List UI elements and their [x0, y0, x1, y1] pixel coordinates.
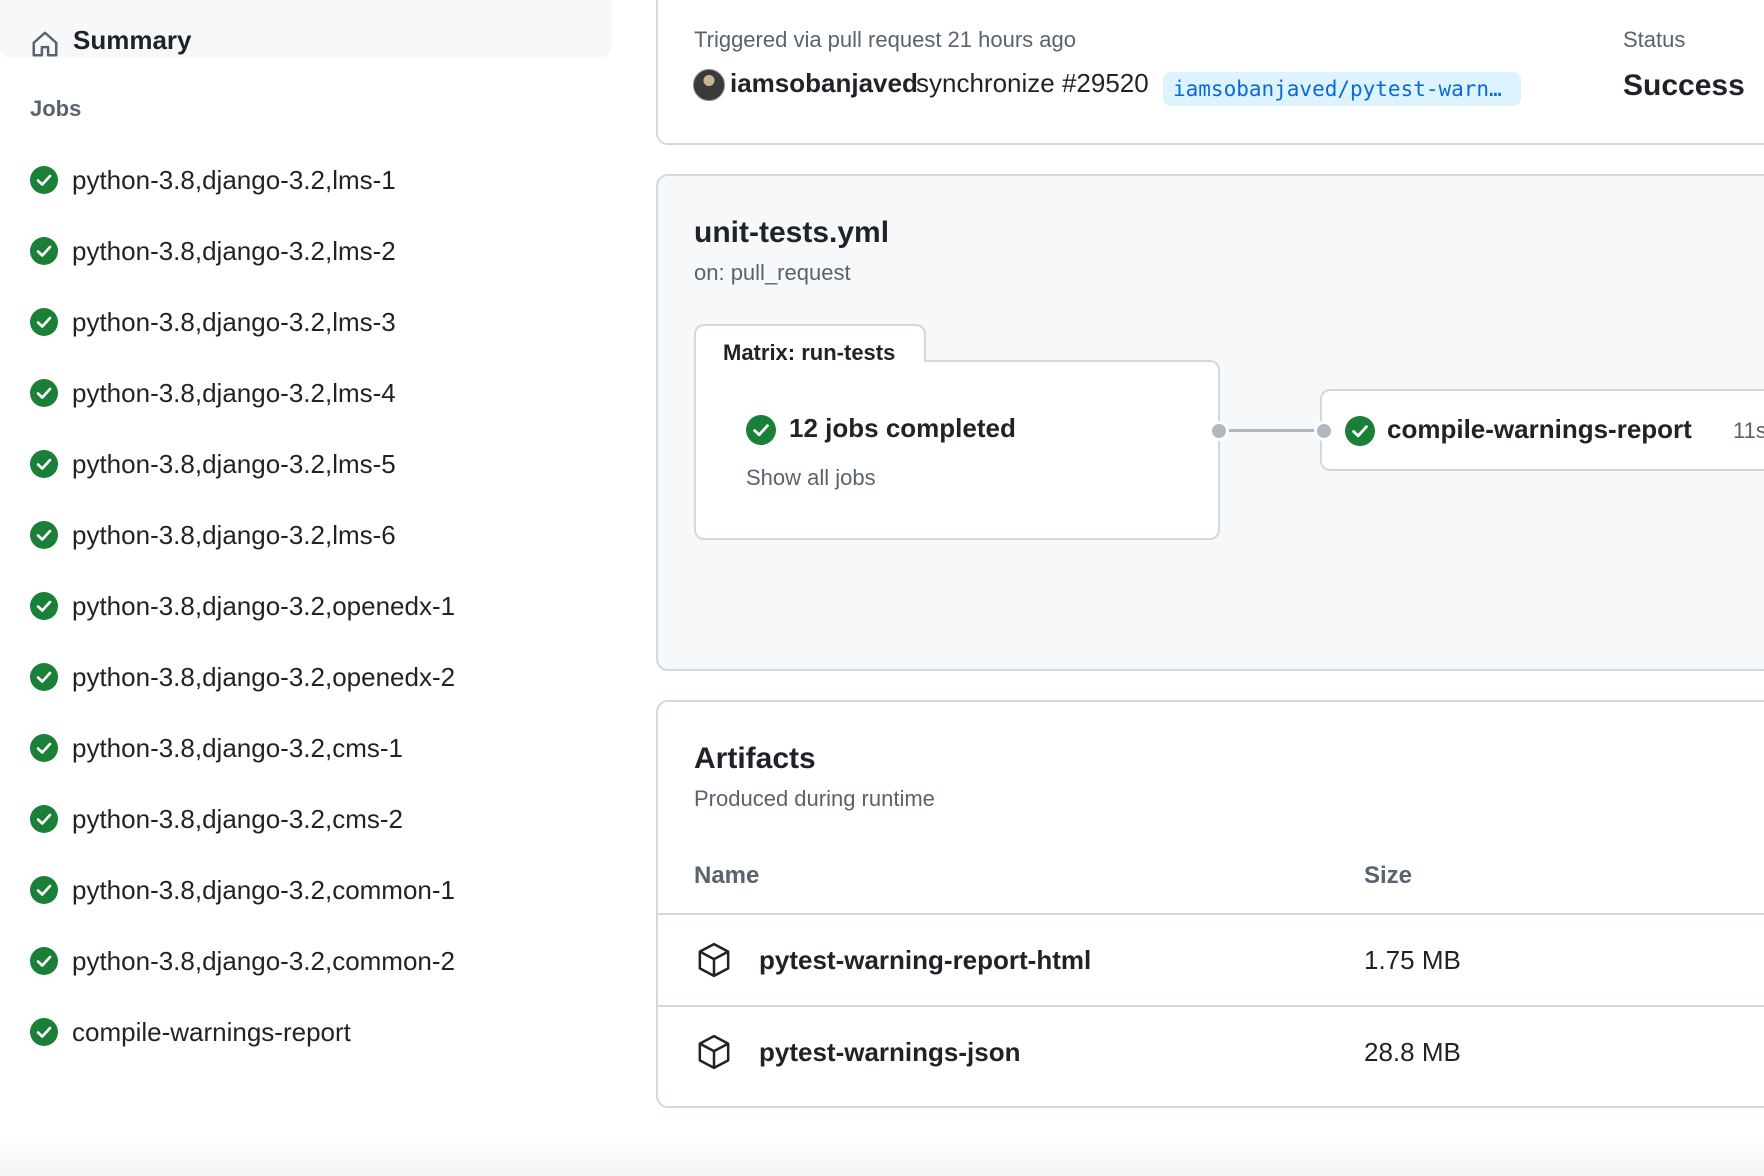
sidebar-job-item[interactable]: python-3.8,django-3.2,openedx-1: [0, 581, 600, 631]
job-label: python-3.8,django-3.2,common-2: [72, 946, 456, 976]
job-label: python-3.8,django-3.2,lms-1: [72, 165, 396, 195]
workflow-file-title[interactable]: unit-tests.yml: [694, 216, 889, 250]
package-icon: [698, 942, 730, 978]
table-divider: [658, 913, 1764, 915]
sidebar-summary-label: Summary: [73, 25, 192, 55]
show-all-jobs-link[interactable]: Show all jobs: [746, 465, 876, 491]
job-label: python-3.8,django-3.2,lms-5: [72, 449, 396, 479]
artifact-size: 28.8 MB: [1364, 1037, 1461, 1067]
sidebar-job-item[interactable]: python-3.8,django-3.2,lms-1: [0, 155, 600, 205]
column-header-name: Name: [694, 862, 760, 889]
check-circle-icon: [1345, 416, 1375, 446]
job-label: python-3.8,django-3.2,lms-2: [72, 236, 396, 266]
matrix-group: [694, 360, 1220, 540]
triggered-text: Triggered via pull request 21 hours ago: [694, 27, 1076, 52]
sidebar-job-item[interactable]: python-3.8,django-3.2,lms-3: [0, 297, 600, 347]
check-circle-icon: [30, 592, 58, 620]
connector-dot-left: [1209, 421, 1229, 441]
artifact-name-link[interactable]: pytest-warnings-json: [759, 1037, 1020, 1068]
sidebar-job-item[interactable]: python-3.8,django-3.2,lms-5: [0, 439, 600, 489]
artifacts-subtitle: Produced during runtime: [694, 786, 935, 811]
event-link[interactable]: synchronize #29520: [916, 68, 1149, 99]
job-label: python-3.8,django-3.2,openedx-2: [72, 662, 456, 692]
check-circle-icon: [30, 876, 58, 904]
check-circle-icon: [30, 166, 58, 194]
sidebar-job-item[interactable]: python-3.8,django-3.2,openedx-2: [0, 652, 600, 702]
package-icon: [698, 1034, 730, 1070]
job-label: python-3.8,django-3.2,common-1: [72, 875, 456, 905]
graph-job-duration: 11s: [1733, 418, 1764, 443]
sidebar-job-item[interactable]: python-3.8,django-3.2,common-1: [0, 865, 600, 915]
sidebar-job-item[interactable]: python-3.8,django-3.2,common-2: [0, 936, 600, 986]
column-header-size: Size: [1364, 862, 1413, 889]
check-circle-icon: [30, 308, 58, 336]
sidebar-job-item[interactable]: python-3.8,django-3.2,cms-2: [0, 794, 600, 844]
actor-link[interactable]: iamsobanjaved: [730, 68, 918, 99]
check-circle-icon: [746, 415, 776, 445]
avatar[interactable]: [693, 69, 725, 101]
job-label: python-3.8,django-3.2,lms-4: [72, 378, 396, 408]
matrix-completed-text: 12 jobs completed: [789, 413, 1016, 443]
artifacts-title: Artifacts: [694, 742, 816, 775]
branch-chip[interactable]: iamsobanjaved/pytest-warn…: [1163, 72, 1521, 106]
home-icon: [32, 31, 58, 57]
status-value: Success: [1623, 69, 1745, 102]
sidebar-job-item[interactable]: compile-warnings-report: [0, 1007, 600, 1057]
job-label: python-3.8,django-3.2,cms-2: [72, 804, 403, 834]
check-circle-icon: [30, 521, 58, 549]
job-label: compile-warnings-report: [72, 1017, 351, 1047]
check-circle-icon: [30, 379, 58, 407]
check-circle-icon: [30, 237, 58, 265]
check-circle-icon: [30, 663, 58, 691]
check-circle-icon: [30, 805, 58, 833]
job-label: python-3.8,django-3.2,openedx-1: [72, 591, 456, 621]
graph-connector: [1218, 429, 1322, 432]
jobs-heading: Jobs: [30, 96, 82, 121]
connector-dot-right: [1314, 421, 1334, 441]
matrix-label: Matrix: run-tests: [723, 340, 896, 365]
job-label: python-3.8,django-3.2,lms-3: [72, 307, 396, 337]
sidebar-job-item[interactable]: python-3.8,django-3.2,lms-4: [0, 368, 600, 418]
job-label: python-3.8,django-3.2,cms-1: [72, 733, 403, 763]
page-bottom-fade: [0, 1138, 1764, 1176]
sidebar-job-item[interactable]: python-3.8,django-3.2,cms-1: [0, 723, 600, 773]
check-circle-icon: [30, 947, 58, 975]
check-circle-icon: [30, 450, 58, 478]
artifact-name-link[interactable]: pytest-warning-report-html: [759, 945, 1091, 976]
sidebar-job-item[interactable]: python-3.8,django-3.2,lms-6: [0, 510, 600, 560]
sidebar-job-item[interactable]: python-3.8,django-3.2,lms-2: [0, 226, 600, 276]
graph-job-label[interactable]: compile-warnings-report: [1387, 414, 1692, 445]
check-circle-icon: [30, 1018, 58, 1046]
table-divider: [658, 1005, 1764, 1007]
status-label: Status: [1623, 27, 1686, 52]
job-label: python-3.8,django-3.2,lms-6: [72, 520, 396, 550]
workflow-trigger-event: on: pull_request: [694, 260, 851, 285]
artifact-size: 1.75 MB: [1364, 945, 1461, 975]
check-circle-icon: [30, 734, 58, 762]
